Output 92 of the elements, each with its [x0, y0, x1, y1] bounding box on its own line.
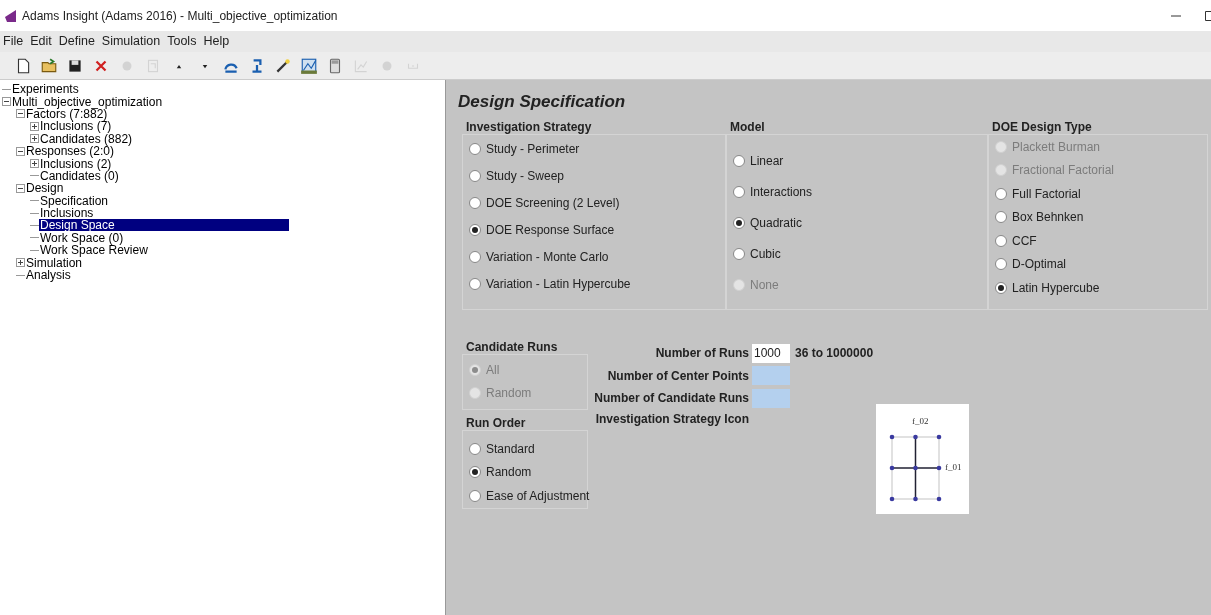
group-title: Candidate Runs: [465, 340, 559, 354]
menu-item[interactable]: Define: [58, 32, 95, 51]
radio-button[interactable]: [469, 466, 481, 479]
tree-item[interactable]: Inclusions (2): [39, 157, 112, 170]
collapse-icon[interactable]: [2, 97, 11, 107]
tree-item[interactable]: Factors (7:882): [25, 107, 108, 120]
option-label: Variation - Monte Carlo: [486, 248, 609, 266]
expand-icon[interactable]: [30, 159, 39, 169]
option-label: Full Factorial: [1012, 185, 1081, 203]
radio-button[interactable]: [469, 169, 481, 182]
collapse-icon[interactable]: [16, 146, 25, 156]
window-title: Adams Insight (Adams 2016) - Multi_objective_optimization: [22, 7, 338, 25]
tree-item[interactable]: Design: [25, 182, 64, 195]
option-label: Study - Perimeter: [486, 140, 580, 158]
option-label: None: [750, 276, 779, 294]
tree-item[interactable]: Inclusions: [39, 207, 94, 220]
option-label: Cubic: [750, 245, 781, 263]
radio-button[interactable]: [995, 234, 1007, 247]
tree-item[interactable]: Work Space (0): [39, 231, 124, 244]
number-field[interactable]: 1000: [752, 343, 790, 363]
tree-item[interactable]: Inclusions (7): [39, 120, 112, 133]
menu-item[interactable]: Edit: [30, 32, 52, 51]
tree-item[interactable]: Candidates (0): [39, 169, 119, 182]
tree-item[interactable]: Specification: [39, 194, 109, 207]
menu-item[interactable]: File: [3, 32, 24, 51]
radio-button[interactable]: [469, 223, 481, 236]
radio-button[interactable]: [733, 185, 745, 198]
field-label: Investigation Strategy Icon: [594, 410, 750, 426]
tree-item[interactable]: Experiments: [11, 83, 79, 96]
group-title: Model: [729, 120, 766, 134]
option-label: Standard: [486, 440, 535, 458]
tree-item[interactable]: Simulation: [25, 256, 83, 269]
collapse-icon[interactable]: [16, 183, 25, 193]
radio-button[interactable]: [733, 216, 745, 229]
app-logo-icon: [4, 8, 18, 23]
radio-button[interactable]: [469, 142, 481, 155]
axis-label: f_01: [945, 461, 962, 472]
menu-item[interactable]: Help: [203, 32, 230, 51]
field-label: Number of Runs: [654, 345, 750, 363]
field-label: Number of Candidate Runs: [593, 390, 750, 408]
range-hint: 36 to 1000000: [795, 345, 874, 363]
expand-icon[interactable]: [30, 134, 39, 144]
open-icon[interactable]: [40, 56, 58, 75]
panel-title: Design Specification: [458, 92, 627, 112]
option-label: DOE Response Surface: [486, 221, 615, 239]
tree-item[interactable]: Analysis: [25, 269, 71, 282]
option-label: Random: [486, 464, 532, 482]
option-label: Variation - Latin Hypercube: [486, 275, 631, 293]
maximize-icon[interactable]: [1205, 10, 1211, 21]
radio-button[interactable]: [733, 154, 745, 167]
collapse-icon[interactable]: [16, 109, 25, 119]
tree-item[interactable]: Responses (2:0): [25, 145, 115, 158]
grid-drawing: [889, 433, 942, 502]
radio-button[interactable]: [469, 196, 481, 209]
tree-item[interactable]: Work Space Review: [39, 244, 148, 257]
option-label: Ease of Adjustment: [486, 487, 590, 505]
option-label: Fractional Factorial: [1012, 162, 1115, 180]
option-label: Random: [486, 384, 532, 402]
option-label: Linear: [750, 152, 784, 170]
wand-icon[interactable]: [274, 56, 292, 75]
group-title: Run Order: [465, 416, 527, 430]
option-label: D-Optimal: [1012, 256, 1066, 274]
option-label: CCF: [1012, 232, 1037, 250]
option-label: Study - Sweep: [486, 167, 565, 185]
radio-button[interactable]: [469, 250, 481, 263]
option-label: Interactions: [750, 183, 813, 201]
field-label: Number of Center Points: [606, 367, 750, 385]
group-title: Investigation Strategy: [465, 120, 593, 134]
option-label: Box Behnken: [1012, 209, 1084, 227]
radio-button[interactable]: [469, 442, 481, 455]
radio-button[interactable]: [733, 247, 745, 260]
menu-item[interactable]: Tools: [167, 32, 197, 51]
radio-button[interactable]: [995, 187, 1007, 200]
expand-icon[interactable]: [30, 121, 39, 131]
chart-icon[interactable]: [300, 56, 318, 75]
radio-button[interactable]: [995, 258, 1007, 271]
option-label: Plackett Burman: [1012, 138, 1101, 156]
option-label: DOE Screening (2 Level): [486, 194, 620, 212]
tree-item[interactable]: Design Space: [39, 219, 289, 232]
radio-button[interactable]: [995, 281, 1007, 294]
axis-label: f_02: [912, 415, 929, 426]
radio-button[interactable]: [469, 277, 481, 290]
radio-button[interactable]: [469, 489, 481, 502]
expand-icon[interactable]: [16, 258, 25, 268]
group-title: DOE Design Type: [991, 120, 1093, 134]
menu-item[interactable]: Simulation: [101, 32, 161, 51]
option-label: Quadratic: [750, 214, 803, 232]
option-label: All: [486, 361, 500, 379]
tree-item[interactable]: Candidates (882): [39, 132, 133, 145]
option-label: Latin Hypercube: [1012, 279, 1100, 297]
tree-item[interactable]: Multi_objective_optimization: [11, 95, 163, 108]
radio-button[interactable]: [995, 211, 1007, 224]
